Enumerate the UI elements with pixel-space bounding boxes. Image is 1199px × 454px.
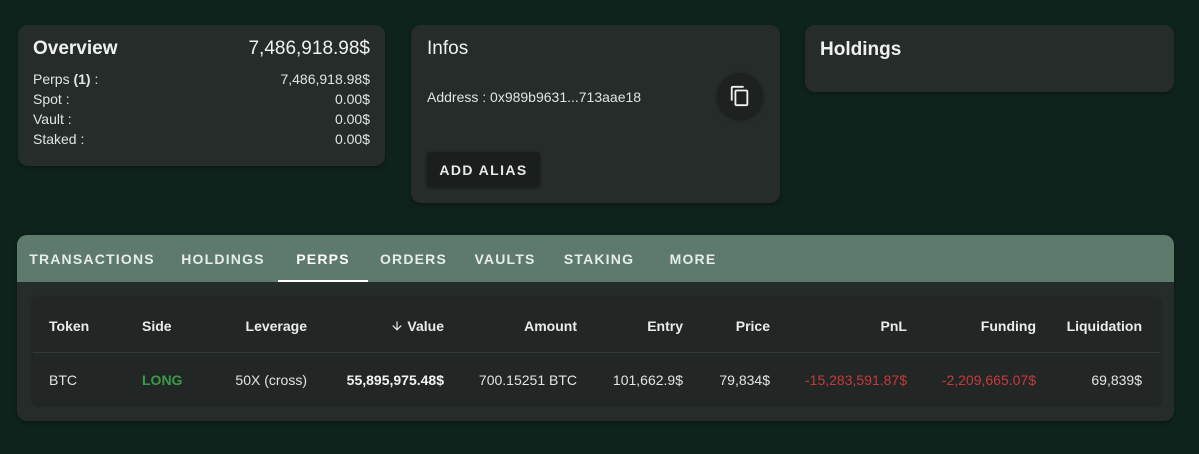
tab-more[interactable]: MORE	[648, 235, 738, 282]
active-tab-indicator	[278, 280, 368, 282]
infos-title: Infos	[427, 38, 469, 59]
header-token[interactable]: Token	[49, 318, 89, 334]
header-amount[interactable]: Amount	[524, 318, 577, 334]
positions-panel: TRANSACTIONS HOLDINGS PERPS ORDERS VAULT…	[17, 235, 1174, 421]
header-funding[interactable]: Funding	[981, 318, 1036, 334]
holdings-title: Holdings	[820, 39, 902, 60]
spot-value: 0.00$	[334, 91, 370, 107]
vault-label: Vault :	[33, 111, 72, 127]
copy-icon	[730, 85, 749, 107]
cell-side: LONG	[142, 372, 183, 388]
cell-value: 55,895,975.48$	[346, 372, 444, 388]
tab-orders[interactable]: ORDERS	[367, 235, 460, 282]
infos-card: Infos Address : 0x989b9631...713aae18 AD…	[411, 25, 780, 203]
perps-count: (1)	[73, 71, 91, 87]
cell-pnl: -15,283,591.87$	[805, 372, 907, 388]
header-liquidation[interactable]: Liquidation	[1067, 318, 1142, 334]
cell-amount: 700.15251 BTC	[478, 372, 577, 388]
cell-liquidation: 69,839$	[1091, 372, 1142, 388]
tab-perps[interactable]: PERPS	[279, 235, 367, 282]
perps-value: 7,486,918.98$	[280, 71, 370, 87]
header-side[interactable]: Side	[142, 318, 172, 334]
header-entry[interactable]: Entry	[647, 318, 683, 334]
tab-transactions[interactable]: TRANSACTIONS	[17, 235, 167, 282]
tab-vaults[interactable]: VAULTS	[460, 235, 550, 282]
add-alias-button[interactable]: ADD ALIAS	[427, 152, 540, 187]
tab-holdings[interactable]: HOLDINGS	[167, 235, 279, 282]
holdings-card: Holdings	[805, 25, 1174, 92]
overview-row-vault: Vault : 0.00$	[33, 109, 370, 129]
cell-token: BTC	[49, 372, 77, 388]
vault-value: 0.00$	[334, 111, 370, 127]
cell-leverage: 50X (cross)	[235, 372, 307, 388]
overview-rows: Perps (1) : 7,486,918.98$ Spot : 0.00$ V…	[33, 69, 370, 149]
staked-value: 0.00$	[334, 131, 370, 147]
header-price[interactable]: Price	[736, 318, 770, 334]
tab-staking[interactable]: STAKING	[550, 235, 648, 282]
tab-bar: TRANSACTIONS HOLDINGS PERPS ORDERS VAULT…	[17, 235, 1174, 282]
header-leverage[interactable]: Leverage	[246, 318, 307, 334]
arrow-down-icon	[392, 321, 403, 331]
overview-title: Overview	[33, 38, 118, 59]
table-divider	[33, 352, 1160, 353]
perps-table: Token Side Leverage Value Amount Entry P…	[33, 297, 1160, 404]
address-text: Address : 0x989b9631...713aae18	[427, 89, 642, 105]
staked-label: Staked :	[33, 131, 85, 147]
header-pnl[interactable]: PnL	[881, 318, 907, 334]
overview-row-perps: Perps (1) : 7,486,918.98$	[33, 69, 370, 89]
overview-row-spot: Spot : 0.00$	[33, 89, 370, 109]
spot-label: Spot :	[33, 91, 70, 107]
overview-row-staked: Staked : 0.00$	[33, 129, 370, 149]
perps-label: Perps (1) :	[33, 71, 99, 87]
cell-price: 79,834$	[719, 372, 770, 388]
copy-address-button[interactable]	[717, 73, 763, 119]
overview-total: 7,486,918.98$	[248, 38, 370, 59]
cell-funding: -2,209,665.07$	[941, 372, 1036, 388]
cell-entry: 101,662.9$	[612, 372, 683, 388]
overview-card: Overview 7,486,918.98$ Perps (1) : 7,486…	[18, 25, 385, 166]
header-value[interactable]: Value	[390, 318, 444, 334]
overview-header: Overview 7,486,918.98$	[33, 38, 370, 60]
